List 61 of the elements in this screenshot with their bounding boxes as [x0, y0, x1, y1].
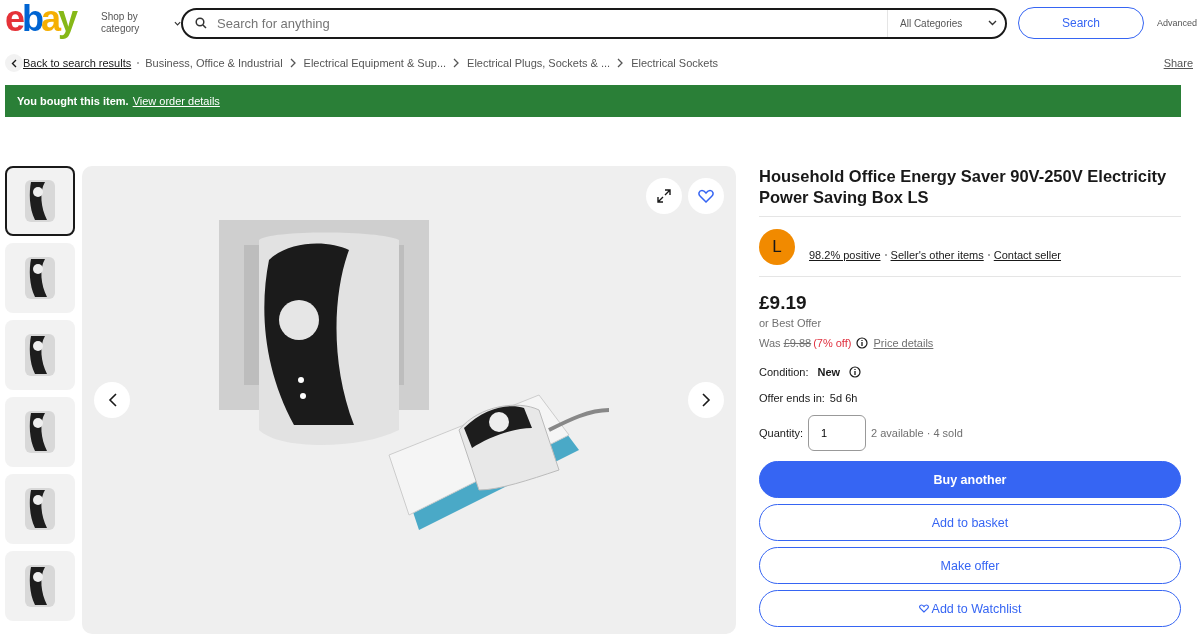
next-image-button[interactable] [688, 382, 724, 418]
price: £9.19 [759, 292, 808, 314]
banner-message: You bought this item. [17, 95, 129, 107]
search-icon [195, 17, 207, 29]
quantity-label: Quantity: [759, 427, 804, 439]
condition-value: New [817, 366, 841, 378]
chevron-right-icon [289, 58, 297, 68]
expand-icon [656, 188, 672, 204]
condition-label: Condition: [759, 366, 809, 378]
shop-by-category-button[interactable]: Shop by category [101, 11, 181, 35]
feedback-link[interactable]: 98.2% positive [809, 248, 881, 261]
previous-image-button[interactable] [94, 382, 130, 418]
info-icon[interactable] [856, 337, 869, 349]
chevron-left-icon [107, 393, 117, 407]
chevron-left-icon [11, 58, 17, 68]
breadcrumb-link[interactable]: Business, Office & Industrial [145, 57, 283, 69]
advanced-link[interactable]: Advanced [1157, 18, 1198, 28]
discount-text: (7% off) [813, 337, 852, 349]
product-thumbnail[interactable] [5, 320, 75, 390]
product-thumbnail[interactable] [5, 551, 75, 621]
back-to-results-link[interactable]: Back to search results [23, 57, 132, 69]
action-button[interactable]: Add to Watchlist [759, 590, 1181, 627]
offer-ends-time: 5d 6h [829, 392, 858, 404]
availability-text: 2 available · 4 sold [871, 427, 963, 439]
offer-ends-label: Offer ends in: [759, 392, 825, 404]
share-link[interactable]: Share [1163, 57, 1193, 69]
chevron-right-icon [453, 58, 461, 68]
product-thumbnail[interactable] [5, 243, 75, 313]
contact-seller-link[interactable]: Contact seller [993, 248, 1061, 261]
watchlist-heart-button[interactable] [688, 178, 724, 214]
price-details-link[interactable]: Price details [873, 337, 934, 349]
breadcrumb-link[interactable]: Electrical Plugs, Sockets & ... [467, 57, 611, 69]
best-offer-text: or Best Offer [759, 317, 823, 329]
back-button[interactable] [5, 54, 23, 72]
original-price: £9.88 [783, 337, 812, 349]
heart-icon [698, 189, 714, 203]
product-title: Household Office Energy Saver 90V-250V Electricity Power Saving Box LS [759, 166, 1181, 217]
search-button[interactable]: Search [1018, 7, 1144, 39]
seller-avatar[interactable]: L [759, 228, 795, 265]
chevron-right-icon [617, 58, 625, 68]
chevron-down-icon [173, 20, 181, 26]
action-button[interactable]: Buy another [759, 461, 1181, 498]
product-thumbnail[interactable] [5, 397, 75, 467]
category-dropdown[interactable]: All Categories [887, 9, 1005, 37]
heart-icon [918, 604, 929, 613]
ebay-logo[interactable]: ebay [5, 0, 93, 40]
action-button[interactable]: Make offer [759, 547, 1181, 584]
seller-items-link[interactable]: Seller's other items [890, 248, 984, 261]
expand-button[interactable] [646, 178, 682, 214]
view-order-link[interactable]: View order details [132, 95, 220, 107]
breadcrumb-link[interactable]: Electrical Sockets [631, 57, 718, 69]
info-icon[interactable] [849, 366, 862, 378]
search-field[interactable]: Search for anything All Categories [181, 7, 1007, 39]
quantity-field[interactable]: 1 [808, 415, 867, 451]
breadcrumb-link[interactable]: Electrical Equipment & Sup... [303, 57, 447, 69]
product-thumbnail[interactable] [5, 474, 75, 544]
was-label: Was [759, 337, 781, 349]
action-button[interactable]: Add to basket [759, 504, 1181, 541]
product-thumbnail[interactable] [5, 166, 75, 236]
chevron-down-icon [988, 20, 997, 26]
chevron-right-icon [701, 393, 711, 407]
